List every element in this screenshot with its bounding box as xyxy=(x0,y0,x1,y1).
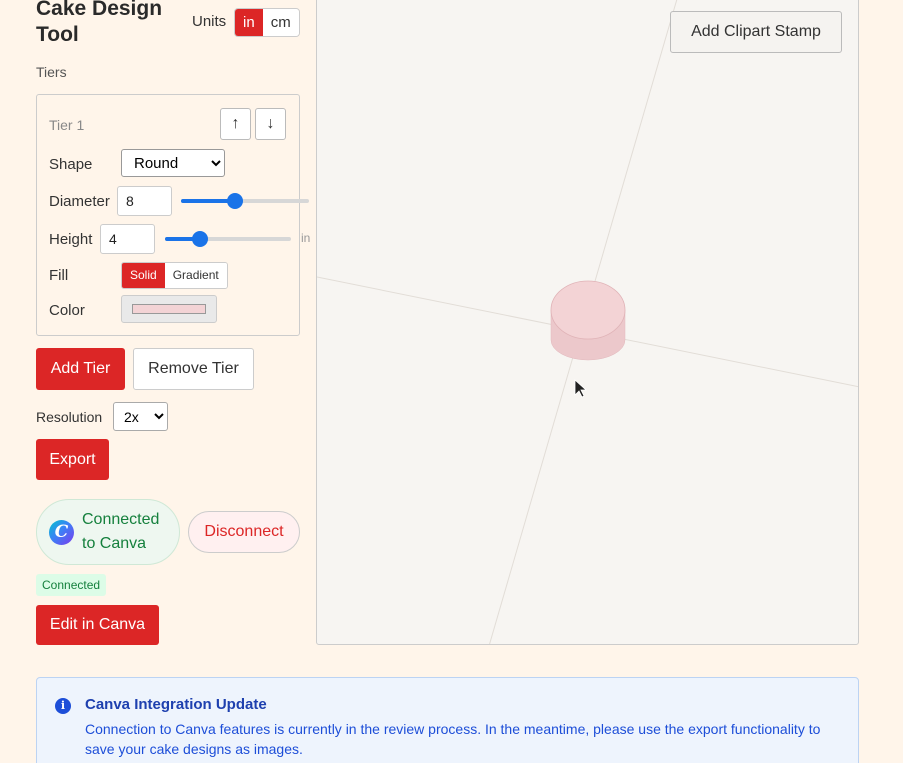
color-swatch xyxy=(132,304,206,314)
diameter-input[interactable]: 8 xyxy=(117,186,172,216)
tier-title: Tier 1 xyxy=(49,117,85,133)
diameter-label: Diameter xyxy=(49,193,110,210)
cake-tier-model[interactable] xyxy=(550,280,626,361)
connected-badge: Connected xyxy=(36,574,107,596)
arrow-up-icon: ↑ xyxy=(231,115,240,132)
disconnect-button[interactable]: Disconnect xyxy=(188,511,300,553)
info-icon: i xyxy=(55,698,71,714)
cake-tier-top xyxy=(550,280,626,340)
tiers-label: Tiers xyxy=(36,64,67,80)
height-unit: in xyxy=(301,231,311,245)
canva-status-text: Connected to Canva xyxy=(82,508,159,556)
fill-gradient-button[interactable]: Gradient xyxy=(164,263,227,288)
cake-3d-canvas[interactable]: Add Clipart Stamp xyxy=(316,0,859,645)
resolution-select[interactable]: 2x xyxy=(113,402,168,431)
height-slider[interactable] xyxy=(165,231,291,247)
shape-select[interactable]: Round xyxy=(121,149,225,177)
mouse-cursor-icon xyxy=(574,379,588,398)
diameter-slider[interactable] xyxy=(181,193,309,209)
move-tier-up-button[interactable]: ↑ xyxy=(220,108,251,140)
tier-card: Tier 1 ↑ ↓ Shape Round Diameter 8 Height… xyxy=(36,94,310,336)
arrow-down-icon: ↓ xyxy=(266,115,275,132)
canva-update-notice: i Canva Integration Update Connection to… xyxy=(36,677,859,763)
fill-label: Fill xyxy=(49,267,69,284)
scene-svg xyxy=(317,0,858,644)
units-cm-button[interactable]: cm xyxy=(262,9,299,36)
fill-solid-button[interactable]: Solid xyxy=(122,263,165,288)
color-picker[interactable] xyxy=(121,295,217,323)
export-button[interactable]: Export xyxy=(36,439,109,480)
notice-text: Connection to Canva features is currentl… xyxy=(85,721,821,757)
canva-logo-icon: C xyxy=(49,519,74,545)
canva-status-line2: to Canva xyxy=(82,535,147,552)
add-tier-button[interactable]: Add Tier xyxy=(36,348,125,390)
color-label: Color xyxy=(49,302,85,319)
canva-status-line1: Connected xyxy=(82,511,160,528)
add-clipart-stamp-button[interactable]: Add Clipart Stamp xyxy=(670,11,842,53)
units-toggle: in cm xyxy=(234,8,300,37)
height-slider-thumb[interactable] xyxy=(192,231,209,247)
notice-title: Canva Integration Update xyxy=(85,696,267,713)
shape-label: Shape xyxy=(49,156,93,173)
units-in-button[interactable]: in xyxy=(235,9,263,36)
canva-connection-status: C Connected to Canva xyxy=(36,499,180,565)
height-input[interactable]: 4 xyxy=(100,224,155,254)
fill-toggle: Solid Gradient xyxy=(121,262,228,289)
move-tier-down-button[interactable]: ↓ xyxy=(255,108,286,140)
edit-in-canva-button[interactable]: Edit in Canva xyxy=(36,605,159,645)
resolution-label: Resolution xyxy=(36,409,103,425)
height-label: Height xyxy=(49,231,93,248)
app-title: Cake Design Tool xyxy=(36,0,163,46)
units-label: Units xyxy=(192,13,227,30)
diameter-slider-thumb[interactable] xyxy=(226,193,243,209)
remove-tier-button[interactable]: Remove Tier xyxy=(133,348,254,390)
